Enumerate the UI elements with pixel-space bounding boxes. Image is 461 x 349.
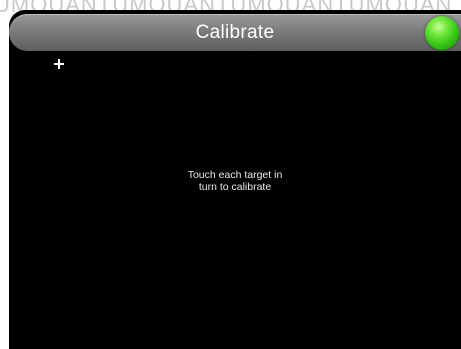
green-status-led-icon[interactable] bbox=[425, 16, 459, 50]
crosshair-target-icon[interactable] bbox=[52, 57, 66, 71]
instruction-line-1: Touch each target in bbox=[187, 169, 283, 181]
calibration-instructions: Touch each target in turn to calibrate bbox=[150, 169, 320, 193]
calibration-page: UMOUANTUMOUANTUMOUANTUMOUAN Calibrate To… bbox=[0, 0, 461, 349]
instruction-line-2: turn to calibrate bbox=[198, 181, 272, 193]
crosshair-vertical bbox=[58, 59, 60, 69]
title-bar: Calibrate bbox=[9, 14, 461, 51]
window-title: Calibrate bbox=[195, 22, 275, 43]
